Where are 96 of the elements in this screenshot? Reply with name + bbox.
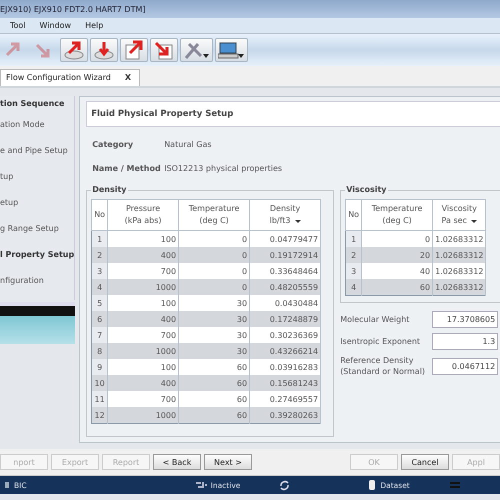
row-number: 12 <box>92 407 108 424</box>
table-cell: 30 <box>178 311 250 327</box>
row-number: 8 <box>92 343 108 359</box>
column-header: Density <box>268 203 302 215</box>
row-number: 6 <box>92 311 108 327</box>
wizard-tab[interactable]: Flow Configuration Wizard X <box>0 69 140 86</box>
row-number: 4 <box>92 279 108 295</box>
table-cell: 1000 <box>108 343 179 359</box>
sequence-step[interactable]: g Range Setup <box>0 216 74 242</box>
menu-item[interactable]: Window <box>40 21 72 30</box>
window-title: EJX910) EJX910 FDT2.0 HART7 DTM] <box>0 4 146 14</box>
table-cell: 30 <box>178 343 250 359</box>
table-cell: 0.48205559 <box>250 279 321 295</box>
column-header: No <box>348 209 360 221</box>
sequence-step[interactable]: nfiguration <box>0 268 74 294</box>
table-cell: 0.43266214 <box>250 343 321 359</box>
column-header: Pressure <box>124 203 162 215</box>
row-number: 9 <box>92 359 108 375</box>
unit-label: (kPa abs) <box>124 215 162 227</box>
close-button[interactable]: X <box>124 73 132 82</box>
row-number: 3 <box>346 263 362 279</box>
property-value: Natural Gas <box>164 140 212 149</box>
property-label: Name / Method <box>92 164 162 173</box>
group-title: Density <box>91 185 128 194</box>
document-arrow-icon <box>153 39 175 61</box>
row-number: 1 <box>346 230 362 247</box>
field-label: Molecular Weight <box>340 314 410 325</box>
sequence-title: tion Sequence <box>0 99 66 108</box>
toolbar-button[interactable] <box>120 38 148 62</box>
property-value: ISO12213 physical properties <box>164 164 282 173</box>
unit-label: (deg C) <box>382 215 412 227</box>
caret-icon[interactable] <box>470 220 477 222</box>
row-number: 2 <box>346 247 362 263</box>
table-cell: 1000 <box>108 407 179 424</box>
table-cell: 60 <box>362 279 433 296</box>
unit-label: (deg C) <box>199 215 229 227</box>
wizard-button[interactable]: Cancel <box>401 454 449 470</box>
device-icon <box>4 479 10 491</box>
row-number: 2 <box>92 247 108 263</box>
disk-arrow-icon <box>63 39 85 61</box>
sequence-step[interactable]: tup <box>0 164 74 190</box>
toolbar-button[interactable] <box>215 38 248 62</box>
table-cell: 0.19172914 <box>250 247 321 263</box>
unit-label: lb/ft3 <box>270 215 291 227</box>
table-cell: 0.15681243 <box>250 375 321 391</box>
table-cell: 1000 <box>108 279 179 295</box>
table-cell: 0.39280263 <box>250 407 321 424</box>
table-cell: 0.17248879 <box>250 311 321 327</box>
property-label: Category <box>92 140 134 149</box>
column-header: No <box>94 209 106 221</box>
column-header: Temperature <box>188 203 240 215</box>
wizard-button[interactable]: Next > <box>204 454 252 470</box>
unit-label: Pa sec <box>442 215 467 227</box>
toolbar-button[interactable] <box>150 38 178 62</box>
toolbar-button[interactable] <box>90 38 118 62</box>
menu-icon <box>450 479 460 491</box>
document-arrow-icon <box>123 39 145 61</box>
row-number: 4 <box>346 279 362 296</box>
tab-label[interactable]: Flow Configuration Wizard <box>6 73 111 82</box>
wizard-button[interactable]: < Back <box>153 454 201 470</box>
table-cell: 20 <box>362 247 433 263</box>
row-number: 3 <box>92 263 108 279</box>
input-field[interactable]: 0.0467112 <box>432 358 498 374</box>
field-label: Isentropic Exponent <box>340 336 422 347</box>
field-label: Reference Density (Standard or Normal) <box>340 355 426 377</box>
sequence-step[interactable]: l Property Setup <box>0 242 74 268</box>
row-number: 10 <box>92 375 108 391</box>
table-cell: 400 <box>108 247 179 263</box>
input-field[interactable]: 1.3 <box>432 333 498 350</box>
table-cell: 1.02683312 <box>432 247 486 263</box>
sequence-step[interactable]: e and Pipe Setup <box>0 138 74 164</box>
table-cell: 60 <box>178 407 250 424</box>
table-cell: 400 <box>108 311 179 327</box>
sync-icon <box>278 479 290 491</box>
group-title: Viscosity <box>345 185 388 194</box>
column-header: Temperature <box>370 203 424 215</box>
database-icon <box>368 479 376 491</box>
table-cell: 60 <box>178 375 250 391</box>
row-number: 11 <box>92 391 108 407</box>
toolbar-button[interactable] <box>60 38 88 62</box>
disk-arrow-icon <box>93 39 115 61</box>
table-cell: 0 <box>178 279 250 295</box>
table-cell: 400 <box>108 375 179 391</box>
menu-item[interactable]: Help <box>85 21 104 30</box>
row-number: 7 <box>92 327 108 343</box>
table-cell: 1.02683312 <box>432 279 486 296</box>
row-number: 1 <box>92 230 108 247</box>
row-number: 5 <box>92 295 108 311</box>
input-field[interactable]: 17.3708605 <box>432 311 498 328</box>
menu-item[interactable]: Tool <box>10 21 26 30</box>
column-header: Viscosity <box>440 203 478 215</box>
panel-title: Fluid Physical Property Setup <box>86 101 500 127</box>
sequence-step[interactable]: etup <box>0 190 74 216</box>
caret-icon[interactable] <box>294 220 301 222</box>
table-cell: 0 <box>178 247 250 263</box>
sequence-step[interactable]: ation Mode <box>0 112 74 138</box>
